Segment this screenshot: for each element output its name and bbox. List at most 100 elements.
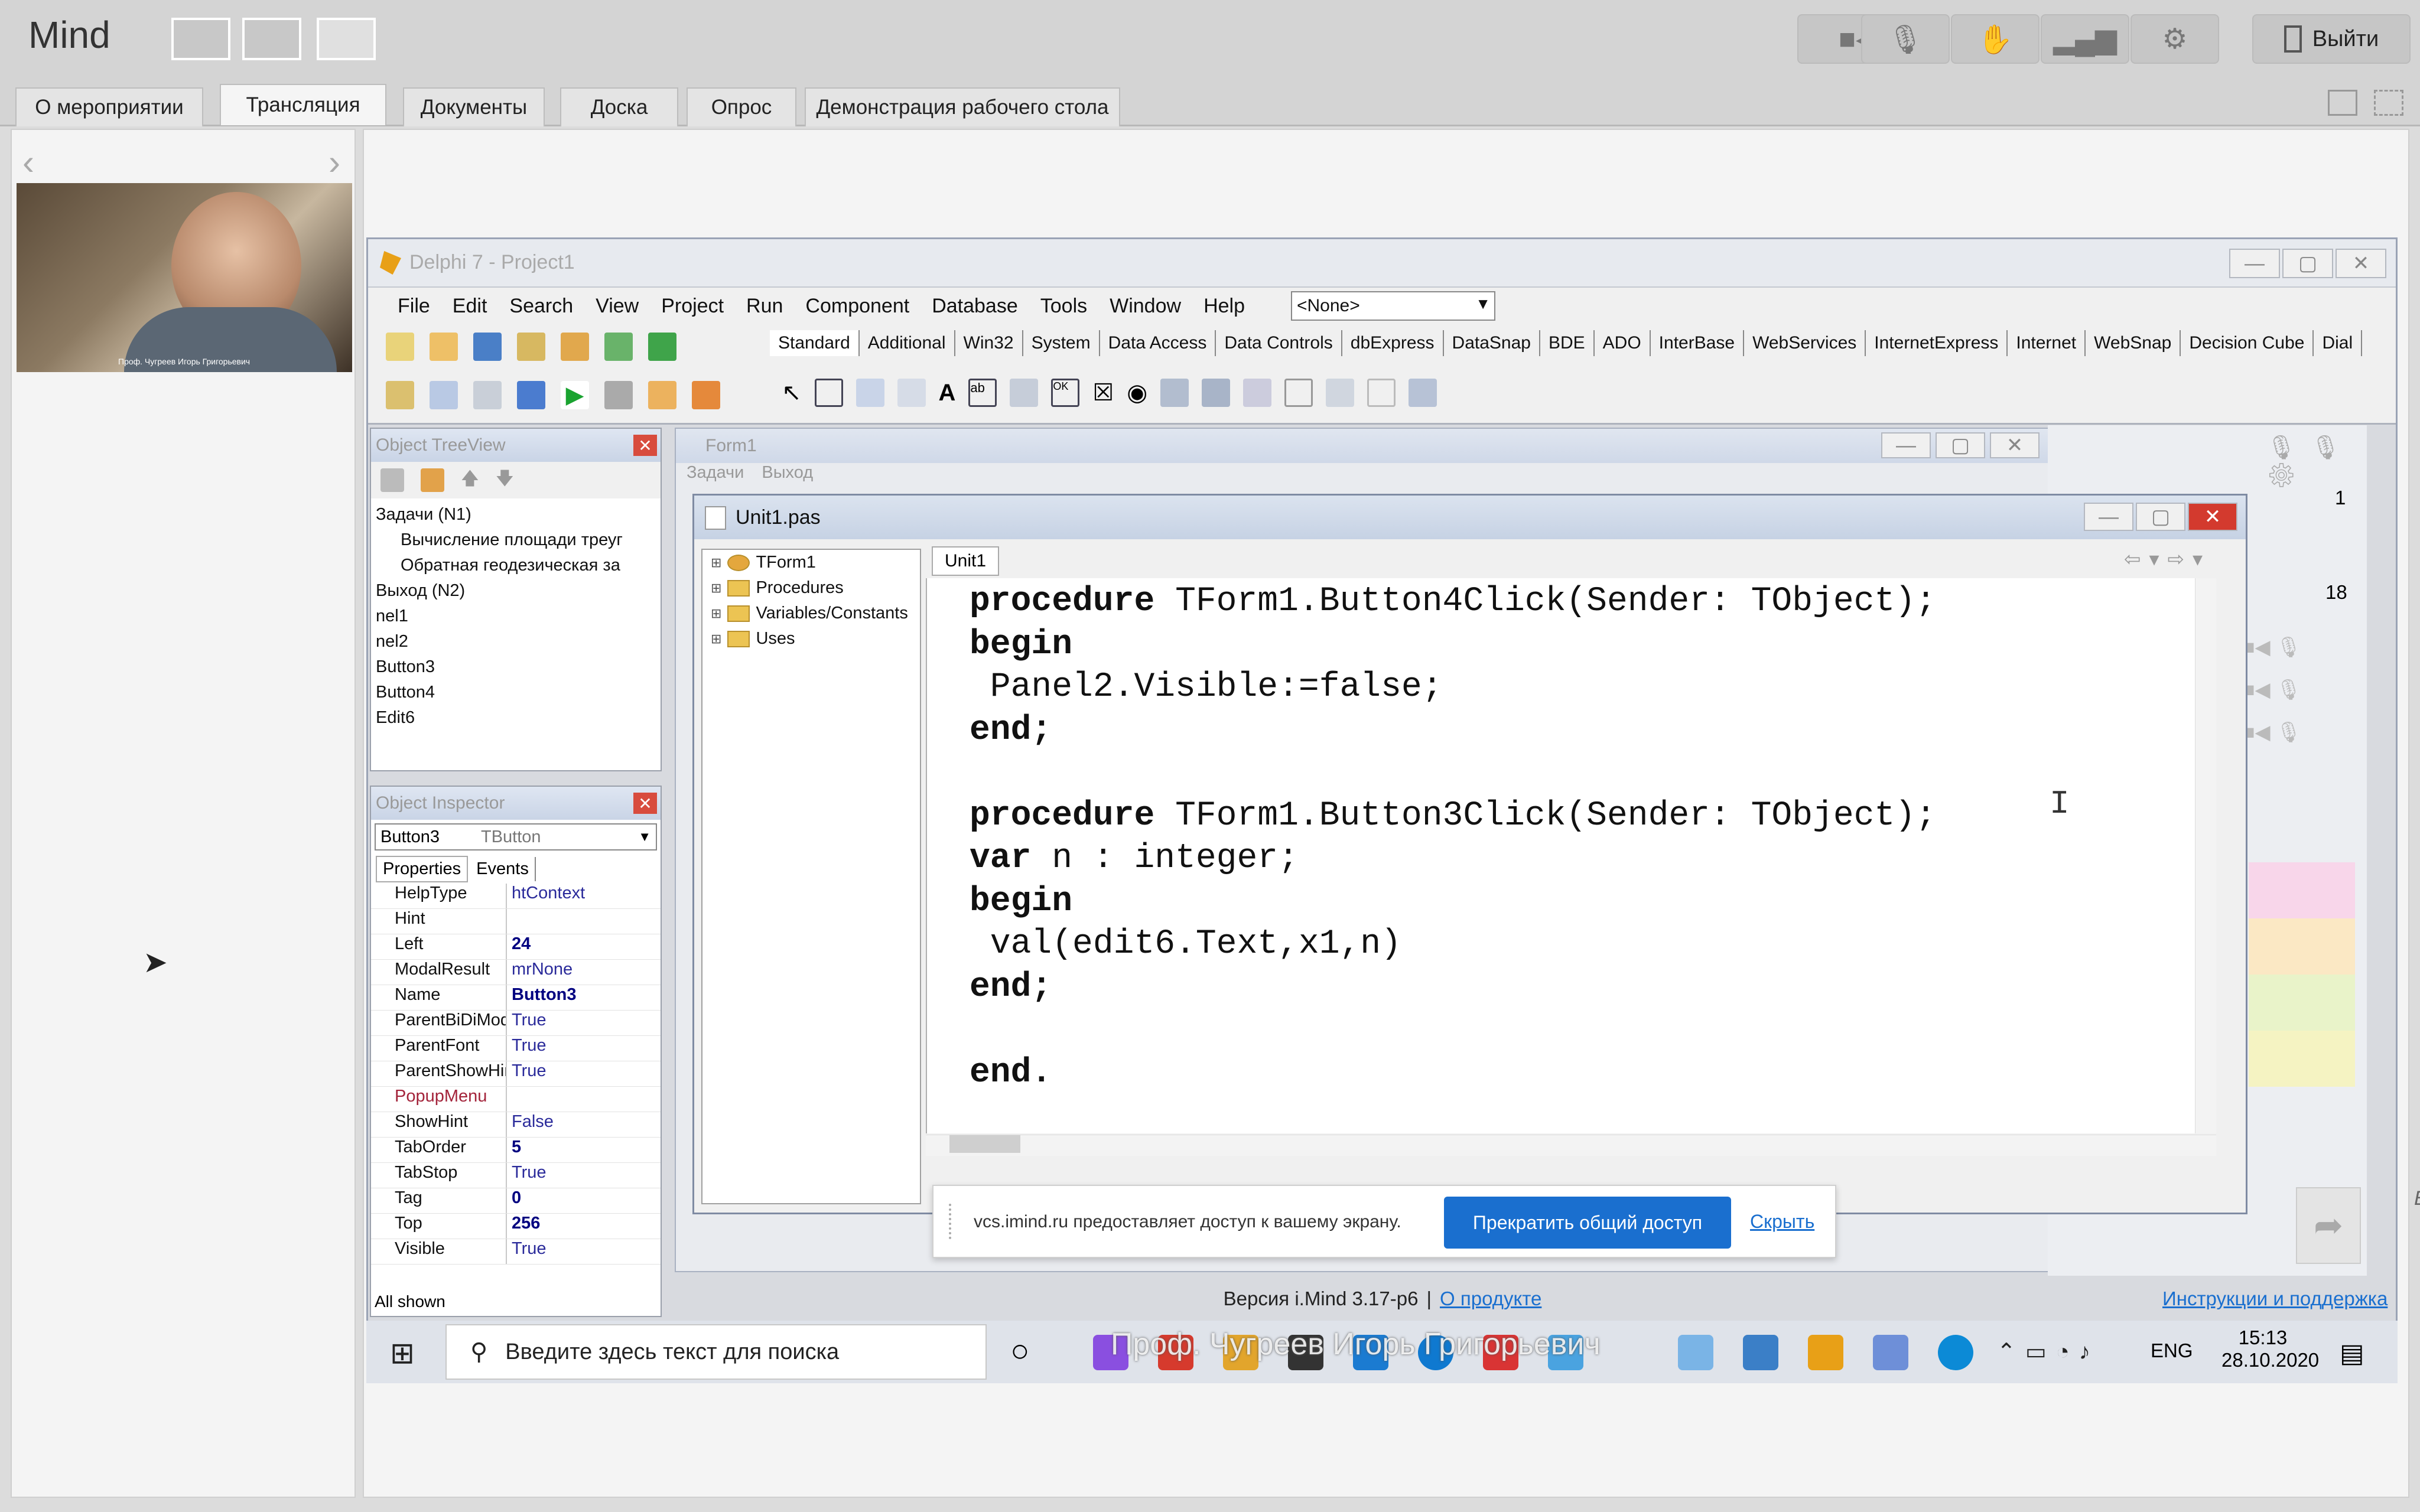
close-button[interactable]: ✕ — [1990, 432, 2040, 458]
tab-poll[interactable]: Опрос — [687, 87, 796, 126]
palette-tab-additional[interactable]: Additional — [860, 330, 955, 356]
property-row[interactable]: Name Button3 — [371, 985, 661, 1011]
form1-menu-tasks[interactable]: Задачи — [687, 463, 744, 488]
property-value[interactable]: 0 — [507, 1188, 521, 1213]
frame-component-icon[interactable] — [814, 379, 843, 407]
system-tray-icons[interactable]: ⌃▭◔♪ — [1997, 1338, 2100, 1365]
edit-component-icon[interactable]: ab — [968, 379, 997, 407]
menu-project[interactable]: Project — [661, 295, 724, 318]
vertical-scrollbar[interactable] — [2195, 578, 2216, 1133]
pause-icon[interactable] — [604, 381, 633, 409]
open-icon[interactable] — [430, 333, 458, 361]
property-value[interactable]: False — [507, 1112, 554, 1137]
close-button[interactable]: ✕ — [2336, 249, 2386, 278]
close-icon[interactable]: ✕ — [633, 435, 657, 456]
property-row[interactable]: ModalResult mrNone — [371, 960, 661, 985]
add-file-icon[interactable] — [604, 333, 633, 361]
listbox-component-icon[interactable] — [1160, 379, 1189, 407]
settings-button[interactable]: ⚙ — [2130, 14, 2219, 64]
new-form-icon[interactable] — [517, 381, 545, 409]
property-value[interactable]: 5 — [507, 1138, 521, 1162]
palette-tab-webservices[interactable]: WebServices — [1744, 330, 1866, 356]
clock[interactable]: 15:13 28.10.2020 — [2221, 1327, 2319, 1371]
scrollbar-component-icon[interactable] — [1243, 379, 1272, 407]
tree-item[interactable]: Обратная геодезическая за — [371, 553, 661, 578]
explorer-item[interactable]: ⊞ Procedures — [702, 575, 920, 601]
property-row[interactable]: TabOrder 5 — [371, 1138, 661, 1163]
menu-run[interactable]: Run — [746, 295, 783, 318]
palette-tab-internet[interactable]: Internet — [2008, 330, 2086, 356]
layout-grid-9-icon[interactable] — [171, 18, 230, 60]
taskbar-search[interactable]: ⚲ Введите здесь текст для поиска — [445, 1324, 987, 1380]
property-row[interactable]: Visible True — [371, 1239, 661, 1265]
explorer-item[interactable]: ⊞ Uses — [702, 626, 920, 651]
cortana-icon[interactable]: ○ — [1010, 1332, 1030, 1369]
fullscreen-icon[interactable] — [2374, 90, 2403, 116]
property-value[interactable] — [507, 909, 512, 934]
property-value[interactable]: 24 — [507, 934, 531, 959]
view-form-icon[interactable] — [430, 381, 458, 409]
tree-item[interactable]: Вычисление площади треуг — [371, 527, 661, 553]
property-row[interactable]: TabStop True — [371, 1163, 661, 1188]
property-row[interactable]: HelpType htContext — [371, 884, 661, 909]
radiogroup-component-icon[interactable] — [1326, 379, 1355, 407]
maximize-button[interactable]: ▢ — [2282, 249, 2333, 278]
new-item-icon[interactable] — [380, 468, 404, 492]
palette-tab-bde[interactable]: BDE — [1540, 330, 1595, 356]
mainmenu-component-icon[interactable] — [856, 379, 884, 407]
tree-item[interactable]: Button4 — [371, 680, 661, 705]
palette-tab-datasnap[interactable]: DataSnap — [1444, 330, 1540, 356]
menu-database[interactable]: Database — [932, 295, 1018, 318]
explorer-item[interactable]: ⊞ Variables/Constants — [702, 601, 920, 626]
property-value[interactable]: True — [507, 1011, 547, 1035]
edge-new-icon[interactable] — [1938, 1335, 1973, 1370]
palette-tab-data-controls[interactable]: Data Controls — [1216, 330, 1342, 356]
close-icon[interactable]: ✕ — [633, 793, 657, 814]
chevron-right-icon[interactable]: › — [328, 142, 340, 183]
property-value[interactable]: True — [507, 1239, 547, 1264]
arrow-down-icon[interactable]: 🡇 — [496, 465, 514, 496]
explorer-item[interactable]: ⊞ TForm1 — [702, 550, 920, 575]
navigation-arrows-icon[interactable]: ⇦▾⇨▾ — [2124, 548, 2211, 571]
scrollbar-thumb[interactable] — [949, 1135, 1020, 1153]
calculator-icon[interactable] — [1743, 1335, 1778, 1370]
app-icon-9[interactable] — [1678, 1335, 1713, 1370]
palette-tab-dbexpress[interactable]: dbExpress — [1342, 330, 1444, 356]
palette-tab-standard[interactable]: Standard — [770, 330, 860, 356]
app-icon-12[interactable] — [1873, 1335, 1908, 1370]
property-row[interactable]: Hint — [371, 909, 661, 934]
property-row[interactable]: ShowHint False — [371, 1112, 661, 1138]
palette-tab-interbase[interactable]: InterBase — [1651, 330, 1745, 356]
label-component-icon[interactable]: A — [939, 380, 956, 406]
maximize-button[interactable]: ▢ — [2136, 503, 2185, 531]
button-component-icon[interactable]: OK — [1051, 379, 1080, 407]
new-icon[interactable] — [386, 333, 414, 361]
menu-search[interactable]: Search — [509, 295, 573, 318]
menu-tools[interactable]: Tools — [1040, 295, 1087, 318]
property-value[interactable]: htContext — [507, 884, 585, 908]
about-link[interactable]: О продукте — [1440, 1288, 1541, 1310]
property-row[interactable]: ParentBiDiMod True — [371, 1011, 661, 1036]
code-editor[interactable]: procedure TForm1.Button4Click(Sender: TO… — [926, 578, 2216, 1133]
step-into-icon[interactable] — [648, 381, 676, 409]
tree-item[interactable]: Edit6 — [371, 705, 661, 731]
horizontal-scrollbar[interactable] — [926, 1135, 2216, 1156]
menu-help[interactable]: Help — [1204, 295, 1245, 318]
memo-component-icon[interactable] — [1010, 379, 1039, 407]
palette-tab-websnap[interactable]: WebSnap — [2086, 330, 2181, 356]
play-icon[interactable]: ▶ — [561, 381, 589, 409]
panel-layout-icon[interactable] — [2328, 90, 2357, 116]
delphi-taskbar-icon[interactable] — [1808, 1335, 1843, 1370]
drag-handle[interactable] — [949, 1204, 956, 1239]
popupmenu-component-icon[interactable] — [897, 379, 926, 407]
actionlist-component-icon[interactable] — [1409, 379, 1437, 407]
tab-screen-share[interactable]: Демонстрация рабочего стола — [805, 87, 1120, 126]
language-indicator[interactable]: ENG — [2151, 1340, 2193, 1362]
tree-item[interactable]: nel1 — [371, 604, 661, 629]
tree-item[interactable]: Button3 — [371, 654, 661, 680]
layout-grid-4-icon[interactable] — [242, 18, 301, 60]
property-row[interactable]: Tag 0 — [371, 1188, 661, 1214]
property-value[interactable]: 256 — [507, 1214, 540, 1239]
checkbox-component-icon[interactable]: ☒ — [1092, 379, 1114, 406]
property-value[interactable]: mrNone — [507, 960, 573, 985]
